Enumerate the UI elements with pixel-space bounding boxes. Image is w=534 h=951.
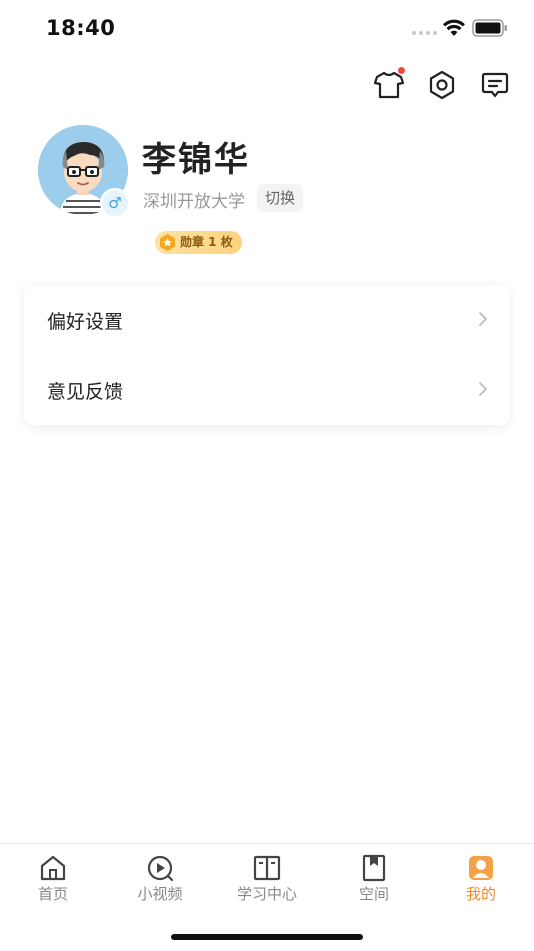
- tab-mine[interactable]: 我的: [428, 850, 534, 910]
- status-bar: 18:40: [0, 0, 534, 60]
- wifi-icon: [443, 19, 465, 36]
- notification-dot: [398, 67, 405, 74]
- tab-learning-center[interactable]: 学习中心: [214, 850, 320, 910]
- school-name: 深圳开放大学: [143, 192, 245, 212]
- book-icon: [253, 855, 281, 881]
- profile-icon: [469, 856, 493, 880]
- settings-hex-icon[interactable]: [427, 68, 457, 102]
- tab-label: 我的: [465, 885, 496, 903]
- medal-star-icon: [160, 234, 175, 251]
- settings-menu-card: 偏好设置 意见反馈: [24, 285, 510, 425]
- menu-item-feedback[interactable]: 意见反馈: [24, 355, 510, 425]
- cellular-signal-icon: [412, 31, 437, 35]
- medal-badge[interactable]: 勋章 1 枚: [155, 231, 242, 254]
- video-icon: [147, 855, 174, 882]
- home-indicator: [171, 934, 363, 940]
- chevron-right-icon: [479, 312, 487, 326]
- battery-icon: [472, 19, 507, 37]
- menu-item-label: 意见反馈: [47, 380, 124, 403]
- tab-label: 首页: [37, 885, 68, 903]
- tab-label: 小视频: [137, 885, 183, 903]
- menu-item-preferences[interactable]: 偏好设置: [24, 285, 510, 355]
- gender-male-icon: ♂: [100, 188, 130, 218]
- bookmark-icon: [362, 854, 386, 882]
- tab-space[interactable]: 空间: [321, 850, 427, 910]
- chevron-right-icon: [479, 382, 487, 396]
- user-name: 李锦华: [142, 140, 250, 180]
- message-icon[interactable]: [480, 68, 510, 102]
- tab-home[interactable]: 首页: [0, 850, 106, 910]
- switch-school-button[interactable]: 切换: [257, 184, 304, 212]
- tab-label: 学习中心: [236, 885, 297, 903]
- tab-video[interactable]: 小视频: [107, 850, 213, 910]
- tshirt-icon[interactable]: [374, 67, 405, 102]
- top-actions: [374, 67, 510, 102]
- menu-item-label: 偏好设置: [47, 310, 124, 333]
- medal-label: 勋章 1 枚: [180, 235, 233, 249]
- tab-label: 空间: [358, 885, 389, 903]
- status-time: 18:40: [46, 16, 116, 40]
- home-icon: [40, 855, 66, 881]
